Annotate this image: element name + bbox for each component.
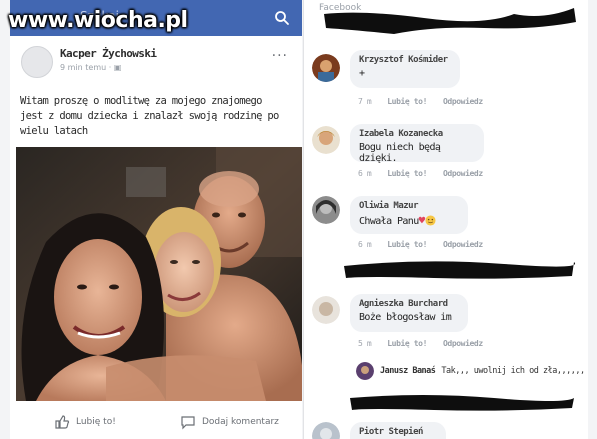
comment-bubble: Piotr Stepień [350, 422, 446, 439]
facebook-post: Szukaj Kacper Żychowski 9 min temu · ▣ ·… [10, 0, 302, 439]
comment-bubble: Izabela Kozanecka Bogu niech będą dzięki… [350, 124, 484, 164]
comment-like-link[interactable]: Lubię to! [387, 97, 427, 106]
replier-name[interactable]: Janusz Banaś [380, 366, 436, 376]
post-body: Witam proszę o modlitwę za mojego znajom… [20, 94, 296, 139]
redaction-scribble [344, 261, 576, 279]
comment-meta: 6 m Lubię to! Odpowiedz [358, 240, 483, 249]
author-avatar[interactable] [21, 46, 53, 78]
post-time: 9 min temu [60, 63, 107, 72]
comment-meta: 5 m Lubię to! Odpowiedz [358, 339, 483, 348]
post-header: Kacper Żychowski 9 min temu · ▣ ··· [10, 36, 302, 82]
comment-time: 7 m [358, 97, 372, 106]
redaction-scribble [350, 395, 574, 411]
replier-avatar[interactable] [356, 362, 374, 380]
search-icon[interactable] [274, 10, 290, 26]
comment-reply-link[interactable]: Odpowiedz [443, 97, 483, 106]
comment-button[interactable]: Dodaj komentarz [180, 414, 279, 430]
more-options-icon[interactable]: ··· [272, 48, 288, 64]
commenter-name[interactable]: Oliwia Mazur [359, 201, 459, 211]
thumbs-up-icon [55, 415, 70, 429]
commenter-avatar[interactable] [312, 296, 340, 324]
comment-bubble: Agnieszka Burchard Boże błogosław im [350, 294, 468, 332]
comment-like-link[interactable]: Lubię to! [387, 240, 427, 249]
post-text-line: wielu latach [20, 125, 88, 137]
comments-panel: Facebook Krzysztof Kośmider + 7 m Lubię … [303, 0, 588, 439]
comment-text: Bogu niech będą dzięki. [359, 142, 441, 164]
commenter-avatar[interactable] [312, 126, 340, 154]
comment-reply-link[interactable]: Odpowiedz [443, 240, 483, 249]
comment-time: 6 m [358, 169, 372, 178]
post-text-line: Witam proszę o modlitwę za mojego znajom… [20, 95, 262, 107]
smile-emoji-icon [425, 215, 436, 226]
comment-meta: 6 m Lubię to! Odpowiedz [358, 169, 483, 178]
comment-time: 6 m [358, 240, 372, 249]
comment-reply-link[interactable]: Odpowiedz [443, 339, 483, 348]
post-photo[interactable] [16, 147, 302, 401]
comment-icon [181, 416, 195, 430]
commenter-avatar[interactable] [312, 196, 340, 224]
comment-text: Boże błogosław im [359, 312, 452, 323]
comment-meta: 7 m Lubię to! Odpowiedz [358, 97, 483, 106]
audience-icon: · ▣ [108, 63, 122, 72]
comment-text: + [359, 68, 365, 79]
commenter-name[interactable]: Krzysztof Kośmider [359, 55, 451, 65]
post-text-line: jest z domu dziecka i znalazł swoją rodz… [20, 110, 279, 122]
commenter-avatar[interactable] [312, 422, 340, 439]
comment-like-link[interactable]: Lubię to! [387, 339, 427, 348]
commenter-avatar[interactable] [312, 54, 340, 82]
redaction-scribble [324, 8, 576, 34]
comment-like-link[interactable]: Lubię to! [387, 169, 427, 178]
post-meta: 9 min temu · ▣ [60, 63, 121, 72]
reply-item: Janusz Banaś Tak,,, uwolnij ich od zła,,… [356, 362, 585, 380]
commenter-name[interactable]: Izabela Kozanecka [359, 129, 475, 139]
comment-bubble: Oliwia Mazur Chwała Panu♥ [350, 196, 468, 234]
commenter-name[interactable]: Agnieszka Burchard [359, 299, 459, 309]
like-button[interactable]: Lubię to! [54, 414, 116, 430]
like-label: Lubię to! [76, 417, 116, 427]
comment-bubble: Krzysztof Kośmider + [350, 50, 460, 88]
post-author[interactable]: Kacper Żychowski [60, 47, 157, 60]
reply-text: Tak,,, uwolnij ich od zła,,,,,, [441, 366, 585, 376]
comment-reply-link[interactable]: Odpowiedz [443, 169, 483, 178]
commenter-name[interactable]: Piotr Stepień [359, 427, 437, 437]
comment-label: Dodaj komentarz [202, 417, 279, 427]
comment-time: 5 m [358, 339, 372, 348]
comments-top-area: Facebook [304, 0, 588, 42]
site-watermark: www.wiocha.pl [8, 8, 188, 33]
comment-text-row: Chwała Panu♥ [359, 214, 459, 227]
comment-text: Chwała Panu [359, 216, 419, 227]
post-action-bar: Lubię to! Dodaj komentarz [10, 410, 302, 439]
